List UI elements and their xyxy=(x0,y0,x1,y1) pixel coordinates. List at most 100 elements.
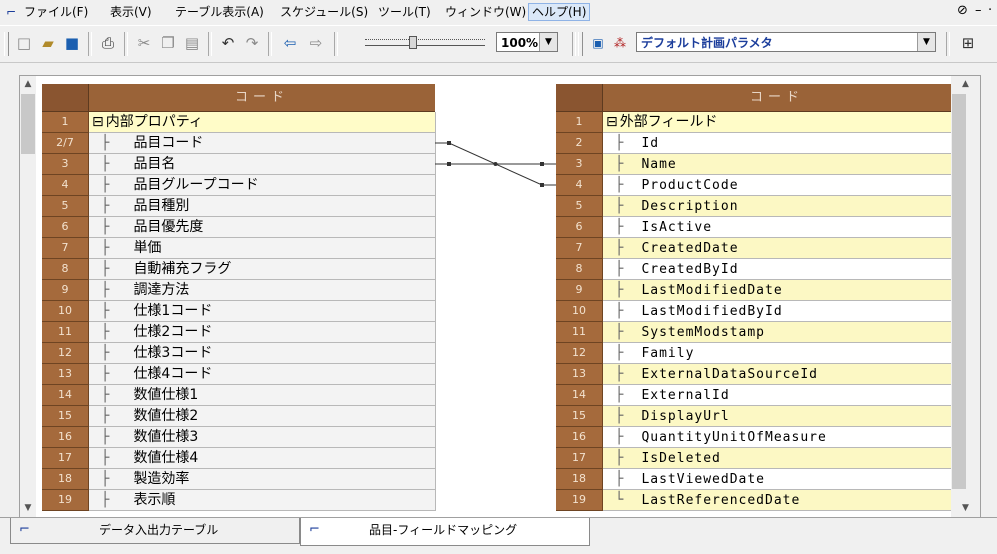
menu-bar: ⌐ ファイル(F) 表示(V) テーブル表示(A) スケジュール(S) ツール(… xyxy=(0,0,997,24)
field-cell[interactable]: ├ Description xyxy=(603,196,952,217)
field-cell[interactable]: ├ ProductCode xyxy=(603,175,952,196)
table-row[interactable]: 15 ├ DisplayUrl xyxy=(556,406,952,427)
zoom-slider[interactable] xyxy=(365,36,485,49)
table-row[interactable]: 5 ├ Description xyxy=(556,196,952,217)
field-cell[interactable]: ├ LastViewedDate xyxy=(603,469,952,490)
forward-arrow-icon[interactable]: ⇨ xyxy=(306,33,326,53)
parameter-select[interactable]: デフォルト計画パラメタ ▼ xyxy=(636,32,936,52)
menu-table-view[interactable]: テーブル表示(A) xyxy=(175,4,264,20)
table-row[interactable]: 9 ├ LastModifiedDate xyxy=(556,280,952,301)
field-cell[interactable]: ├ ExternalId xyxy=(603,385,952,406)
menu-window[interactable]: ウィンドウ(W) xyxy=(445,4,526,20)
field-cell[interactable]: ├ IsActive xyxy=(603,217,952,238)
field-cell[interactable]: ├ IsDeleted xyxy=(603,448,952,469)
cut-icon[interactable]: ✂ xyxy=(134,33,154,53)
tree-branch-icon: ├ xyxy=(615,408,624,424)
table-row[interactable]: 7 ├ CreatedDate xyxy=(556,238,952,259)
zoom-select[interactable]: 100% ▼ xyxy=(496,32,558,52)
toolbar-grip[interactable] xyxy=(4,32,9,56)
tree-branch-icon: ├ xyxy=(615,156,624,172)
scroll-up-icon[interactable]: ▲ xyxy=(951,76,980,93)
menu-help[interactable]: ヘルプ(H) xyxy=(528,3,591,21)
zoom-thumb[interactable] xyxy=(409,36,417,49)
field-label: ExternalId xyxy=(641,388,730,403)
field-label: Name xyxy=(641,157,677,172)
close-icon[interactable]: · xyxy=(988,3,992,19)
table-row[interactable]: 18 ├ LastViewedDate xyxy=(556,469,952,490)
field-cell[interactable]: ├ CreatedById xyxy=(603,259,952,280)
redo-icon[interactable]: ↷ xyxy=(242,33,262,53)
table-row[interactable]: 12 ├ Family xyxy=(556,343,952,364)
menu-schedule[interactable]: スケジュール(S) xyxy=(280,4,368,20)
row-number: 1 xyxy=(556,112,603,133)
chevron-down-icon[interactable]: ▼ xyxy=(539,33,557,51)
connector-handle[interactable] xyxy=(447,141,451,145)
restore-icon[interactable]: ⊘ xyxy=(957,3,968,19)
field-cell[interactable]: ├ DisplayUrl xyxy=(603,406,952,427)
table-row[interactable]: 3 ├ Name xyxy=(556,154,952,175)
tree-branch-icon: ├ xyxy=(615,387,624,403)
field-cell[interactable]: ├ LastModifiedById xyxy=(603,301,952,322)
field-label: IsDeleted xyxy=(641,451,721,466)
run-schedule-icon[interactable]: ▣ xyxy=(588,33,608,53)
field-label: Description xyxy=(641,199,739,214)
row-number-header xyxy=(556,84,603,112)
field-cell[interactable]: ├ Family xyxy=(603,343,952,364)
table-row[interactable]: 10 ├ LastModifiedById xyxy=(556,301,952,322)
table-row[interactable]: 17 ├ IsDeleted xyxy=(556,448,952,469)
field-label: ExternalDataSourceId xyxy=(641,367,818,382)
toolbar-grip[interactable] xyxy=(578,32,583,56)
row-number: 15 xyxy=(556,406,603,427)
parameter-value: デフォルト計画パラメタ xyxy=(641,36,773,50)
open-folder-icon[interactable]: ▰ xyxy=(38,33,58,53)
table-row[interactable]: 1 ⊟ 外部フィールド xyxy=(556,112,952,133)
paste-icon[interactable]: ▤ xyxy=(182,33,202,53)
back-arrow-icon[interactable]: ⇦ xyxy=(280,33,300,53)
table-row[interactable]: 2 ├ Id xyxy=(556,133,952,154)
field-cell[interactable]: ├ ExternalDataSourceId xyxy=(603,364,952,385)
field-cell[interactable]: ├ Id xyxy=(603,133,952,154)
copy-icon[interactable]: ❐ xyxy=(158,33,178,53)
scroll-down-icon[interactable]: ▼ xyxy=(951,500,980,517)
connector-handle[interactable] xyxy=(540,162,544,166)
table-row[interactable]: 6 ├ IsActive xyxy=(556,217,952,238)
row-number: 4 xyxy=(556,175,603,196)
table-row[interactable]: 19 └ LastReferencedDate xyxy=(556,490,952,511)
minimize-icon[interactable]: – xyxy=(975,3,982,19)
row-number: 11 xyxy=(556,322,603,343)
table-row[interactable]: 14 ├ ExternalId xyxy=(556,385,952,406)
field-label: DisplayUrl xyxy=(641,409,730,424)
connector-handle[interactable] xyxy=(447,162,451,166)
layout-icon[interactable]: ⊞ xyxy=(958,33,978,53)
print-icon[interactable]: ⎙ xyxy=(98,33,118,53)
tab-data-io-table[interactable]: ⌐ データ入出力テーブル xyxy=(10,518,300,544)
tree-root-cell[interactable]: ⊟ 外部フィールド xyxy=(603,112,952,133)
table-icon: ⌐ xyxy=(309,522,320,537)
field-cell[interactable]: ├ Name xyxy=(603,154,952,175)
menu-view[interactable]: 表示(V) xyxy=(110,4,152,20)
table-row[interactable]: 4 ├ ProductCode xyxy=(556,175,952,196)
row-number: 7 xyxy=(556,238,603,259)
undo-icon[interactable]: ↶ xyxy=(218,33,238,53)
menu-tools[interactable]: ツール(T) xyxy=(378,4,431,20)
menu-file[interactable]: ファイル(F) xyxy=(24,4,88,20)
table-row[interactable]: 8 ├ CreatedById xyxy=(556,259,952,280)
collapse-icon[interactable]: ⊟ xyxy=(606,114,618,130)
field-cell[interactable]: ├ CreatedDate xyxy=(603,238,952,259)
scroll-thumb[interactable] xyxy=(952,94,966,489)
table-row[interactable]: 13 ├ ExternalDataSourceId xyxy=(556,364,952,385)
field-cell[interactable]: ├ SystemModstamp xyxy=(603,322,952,343)
table-row[interactable]: 11 ├ SystemModstamp xyxy=(556,322,952,343)
tree-branch-icon: ├ xyxy=(615,177,624,193)
right-scrollbar[interactable]: ▲ ▼ xyxy=(951,76,980,517)
chevron-down-icon[interactable]: ▼ xyxy=(917,33,935,51)
parameter-icon[interactable]: ⁂ xyxy=(610,33,630,53)
field-cell[interactable]: └ LastReferencedDate xyxy=(603,490,952,511)
save-icon[interactable]: ■ xyxy=(62,33,82,53)
new-document-icon[interactable]: □ xyxy=(14,33,34,53)
connector-handle[interactable] xyxy=(540,183,544,187)
field-cell[interactable]: ├ LastModifiedDate xyxy=(603,280,952,301)
field-cell[interactable]: ├ QuantityUnitOfMeasure xyxy=(603,427,952,448)
tab-item-field-mapping[interactable]: ⌐ 品目-フィールドマッピング xyxy=(300,518,590,546)
table-row[interactable]: 16 ├ QuantityUnitOfMeasure xyxy=(556,427,952,448)
